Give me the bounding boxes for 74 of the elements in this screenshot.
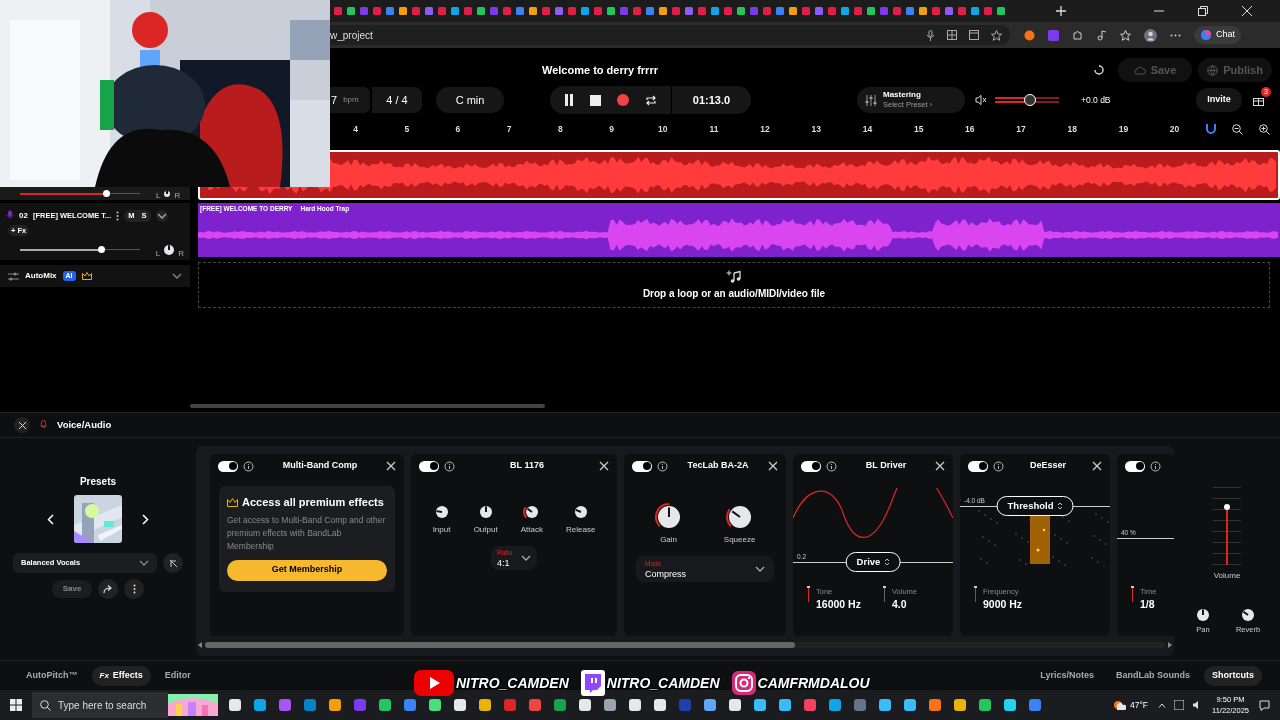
ruler-number: 7 [505,122,513,136]
mastering-label: Mastering [883,90,922,100]
knob-label: Output [473,524,498,536]
ruler-number: 5 [403,122,411,136]
bottom-tab[interactable]: Editor [156,665,199,686]
ruler-number: 9 [608,122,615,136]
ruler-number: 20 [1168,122,1181,136]
ruler-number: 11 [708,122,720,136]
parameter-value: 4.0 [891,597,908,613]
volume-reading: +0.0 dB [1081,93,1112,107]
knob-label: Squeeze [723,534,756,546]
track-number: 02 [19,209,28,222]
knob-label: Input [432,524,451,536]
ruler-number: 6 [454,122,462,136]
tempo-unit: bpm [343,94,359,106]
parameter-value: 9000 Hz [983,597,1023,613]
ruler-number: 17 [1015,122,1027,136]
drop-zone[interactable]: Drop a loop or an audio/MIDI/video file [198,262,1270,308]
social-handle: CAMFRMDALOU [757,673,870,693]
bottom-tab[interactable]: AutoPitch™ [18,665,86,686]
ruler-number: 8 [556,122,564,136]
track-header[interactable]: L R [0,187,190,200]
bottom-tab[interactable]: Fx Effects [91,665,151,686]
time-signature[interactable]: 4 / 4 [372,87,422,113]
time-display: 01:13.0 [671,86,751,114]
pan-left-label: L [155,249,161,259]
effect-title: BL Driver [864,459,908,473]
get-membership-button[interactable]: Get Membership [227,559,387,581]
volume-label: Volume [1213,570,1241,582]
search-field[interactable]: Type here to search [32,692,168,718]
drop-zone-text: Drop a loop or an audio/MIDI/video file [642,286,826,301]
automix-label: AutoMix [25,270,57,282]
address-bar[interactable]: w_project [330,25,1010,45]
key-selector[interactable]: C min [436,87,504,113]
ruler-number: 14 [861,122,874,136]
promo-text: Get access to Multi-Band Comp and other premium effects with BandLab Membership [227,513,387,553]
social-handle: NITRO_CAMDEN [606,673,720,693]
parameter-value: 16000 Hz [816,597,861,613]
knob-label: Attack [520,524,543,536]
promo-title: Access all premium effects [242,495,384,510]
social-handle: NITRO_CAMDEN [456,673,569,693]
select-value: Compress [645,569,686,579]
effect-title: Multi-Band Comp [281,459,359,473]
ruler-number: 18 [1066,122,1078,136]
bottom-bar-button[interactable]: Shortcuts [1204,665,1262,686]
project-title: Welcome to derry frrrr [541,62,659,78]
bottom-bar-button[interactable]: BandLab Sounds [1108,665,1198,686]
ruler-number: 13 [810,122,822,136]
bottom-bar-button[interactable]: Lyrics/Notes [1032,665,1102,686]
panel-title: Voice/Audio [57,417,112,432]
invite-button[interactable]: Invite [1196,88,1242,112]
effect-title: BL 1176 [509,459,545,473]
chat-button[interactable]: Chat [1194,26,1241,44]
ruler-number: 19 [1117,122,1130,136]
select-value: 4:1 [497,558,511,568]
parameter-selector[interactable]: Threshold [996,496,1074,516]
pan-right-label: R [174,190,181,200]
ruler-number: 4 [352,122,359,136]
effect-title: DeEsser [1029,459,1067,473]
temperature: 47°F [1129,698,1148,712]
ruler-number: 16 [964,122,976,136]
parameter-value: 1/8 [1140,597,1156,613]
tempo-value: 7 [331,92,338,108]
save-preset-button[interactable]: Save [52,580,92,598]
knob-label: Gain [660,534,678,546]
knob-label: Release [566,524,596,536]
pan-right-label: R [178,249,184,259]
presets-title: Presets [79,475,117,489]
effect-title: TecLab BA-2A [686,459,750,473]
ruler-number: 10 [657,122,669,136]
pan-left-label: L [156,190,161,200]
ruler-number: 15 [912,122,925,136]
ruler-number: 12 [759,122,771,136]
parameter-selector[interactable]: Drive [845,552,901,572]
